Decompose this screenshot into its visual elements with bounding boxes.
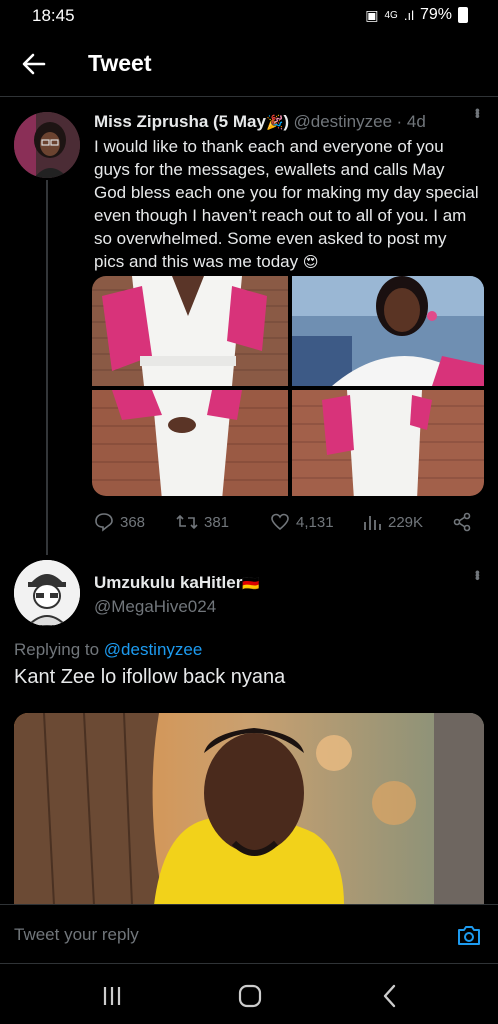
retweet-count: 381	[204, 513, 230, 531]
views-icon	[364, 516, 381, 530]
share-icon	[453, 512, 471, 532]
like-action[interactable]: 4,131	[270, 512, 362, 532]
tweet-text: I would like to thank each and everyone …	[94, 137, 479, 271]
replying-to-line: Replying to @destinyzee	[14, 640, 202, 660]
reply-count: 368	[120, 513, 146, 531]
party-popper-icon: 🎉	[265, 114, 284, 130]
like-count: 4,131	[296, 513, 334, 531]
reply-author-name[interactable]: Umzukulu kaHitler🇩🇪	[94, 573, 454, 593]
photo-1[interactable]	[92, 276, 288, 386]
retweet-icon	[176, 514, 198, 530]
photo-4[interactable]	[292, 390, 484, 496]
views-action[interactable]: 229K	[362, 512, 452, 532]
replying-to-handle[interactable]: @destinyzee	[104, 640, 203, 659]
top-app-bar: Tweet	[0, 32, 498, 97]
system-navigation-bar	[0, 963, 498, 1024]
retweet-action[interactable]: 381	[176, 512, 270, 532]
reply-media-image[interactable]	[14, 713, 484, 905]
view-count: 229K	[388, 513, 424, 531]
tweet-header: Miss Ziprusha (5 May🎉) @destinyzee · 4d	[94, 112, 464, 132]
reply-icon	[95, 513, 113, 532]
home-icon[interactable]	[238, 984, 262, 1008]
lock-icon: ▣	[365, 6, 379, 23]
reply-author-handle[interactable]: @MegaHive024	[94, 597, 454, 617]
heart-icon	[271, 513, 289, 531]
photo-3[interactable]	[92, 390, 288, 496]
photo-2[interactable]	[292, 276, 484, 386]
status-time: 18:45	[32, 6, 75, 25]
reply-text: Kant Zee lo ifollow back nyana	[14, 666, 286, 688]
signal-icon: .ıl	[403, 7, 414, 23]
author-handle[interactable]: @destinyzee	[294, 112, 393, 131]
german-flag-icon: 🇩🇪	[242, 575, 260, 591]
reply-input[interactable]: Tweet your reply	[14, 925, 414, 945]
tweet-actions: 368 381 4,131 229K	[94, 510, 484, 534]
back-arrow-icon[interactable]	[20, 50, 48, 78]
battery-icon	[458, 7, 468, 23]
replying-to-label: Replying to	[14, 640, 100, 659]
tweet-media-grid[interactable]	[92, 276, 484, 496]
reply-composer: Tweet your reply	[0, 904, 498, 964]
reply-author-avatar[interactable]	[14, 560, 80, 626]
more-options-icon[interactable]: •••	[470, 108, 486, 117]
back-nav-icon[interactable]	[380, 984, 400, 1008]
reply-header: Umzukulu kaHitler🇩🇪 @MegaHive024	[94, 573, 454, 617]
tweet-timestamp: · 4d	[396, 112, 426, 131]
author-name[interactable]: Miss Ziprusha (5 May🎉)	[94, 112, 289, 131]
status-right: ▣ 4G .ıl 79%	[365, 6, 468, 24]
battery-percent: 79%	[419, 6, 452, 23]
reply-action[interactable]: 368	[94, 512, 176, 532]
camera-icon[interactable]	[456, 923, 482, 947]
recent-apps-icon[interactable]	[100, 985, 124, 1007]
heart-eyes-emoji: 😍	[302, 254, 319, 271]
status-bar: 18:45 ▣ 4G .ıl 79%	[0, 0, 498, 32]
network-label: 4G	[384, 9, 398, 21]
author-avatar[interactable]	[14, 112, 80, 178]
thread-connector-line	[46, 180, 48, 555]
page-title: Tweet	[88, 50, 152, 76]
reply-more-options-icon[interactable]: •••	[470, 570, 486, 579]
share-action[interactable]	[452, 512, 472, 532]
